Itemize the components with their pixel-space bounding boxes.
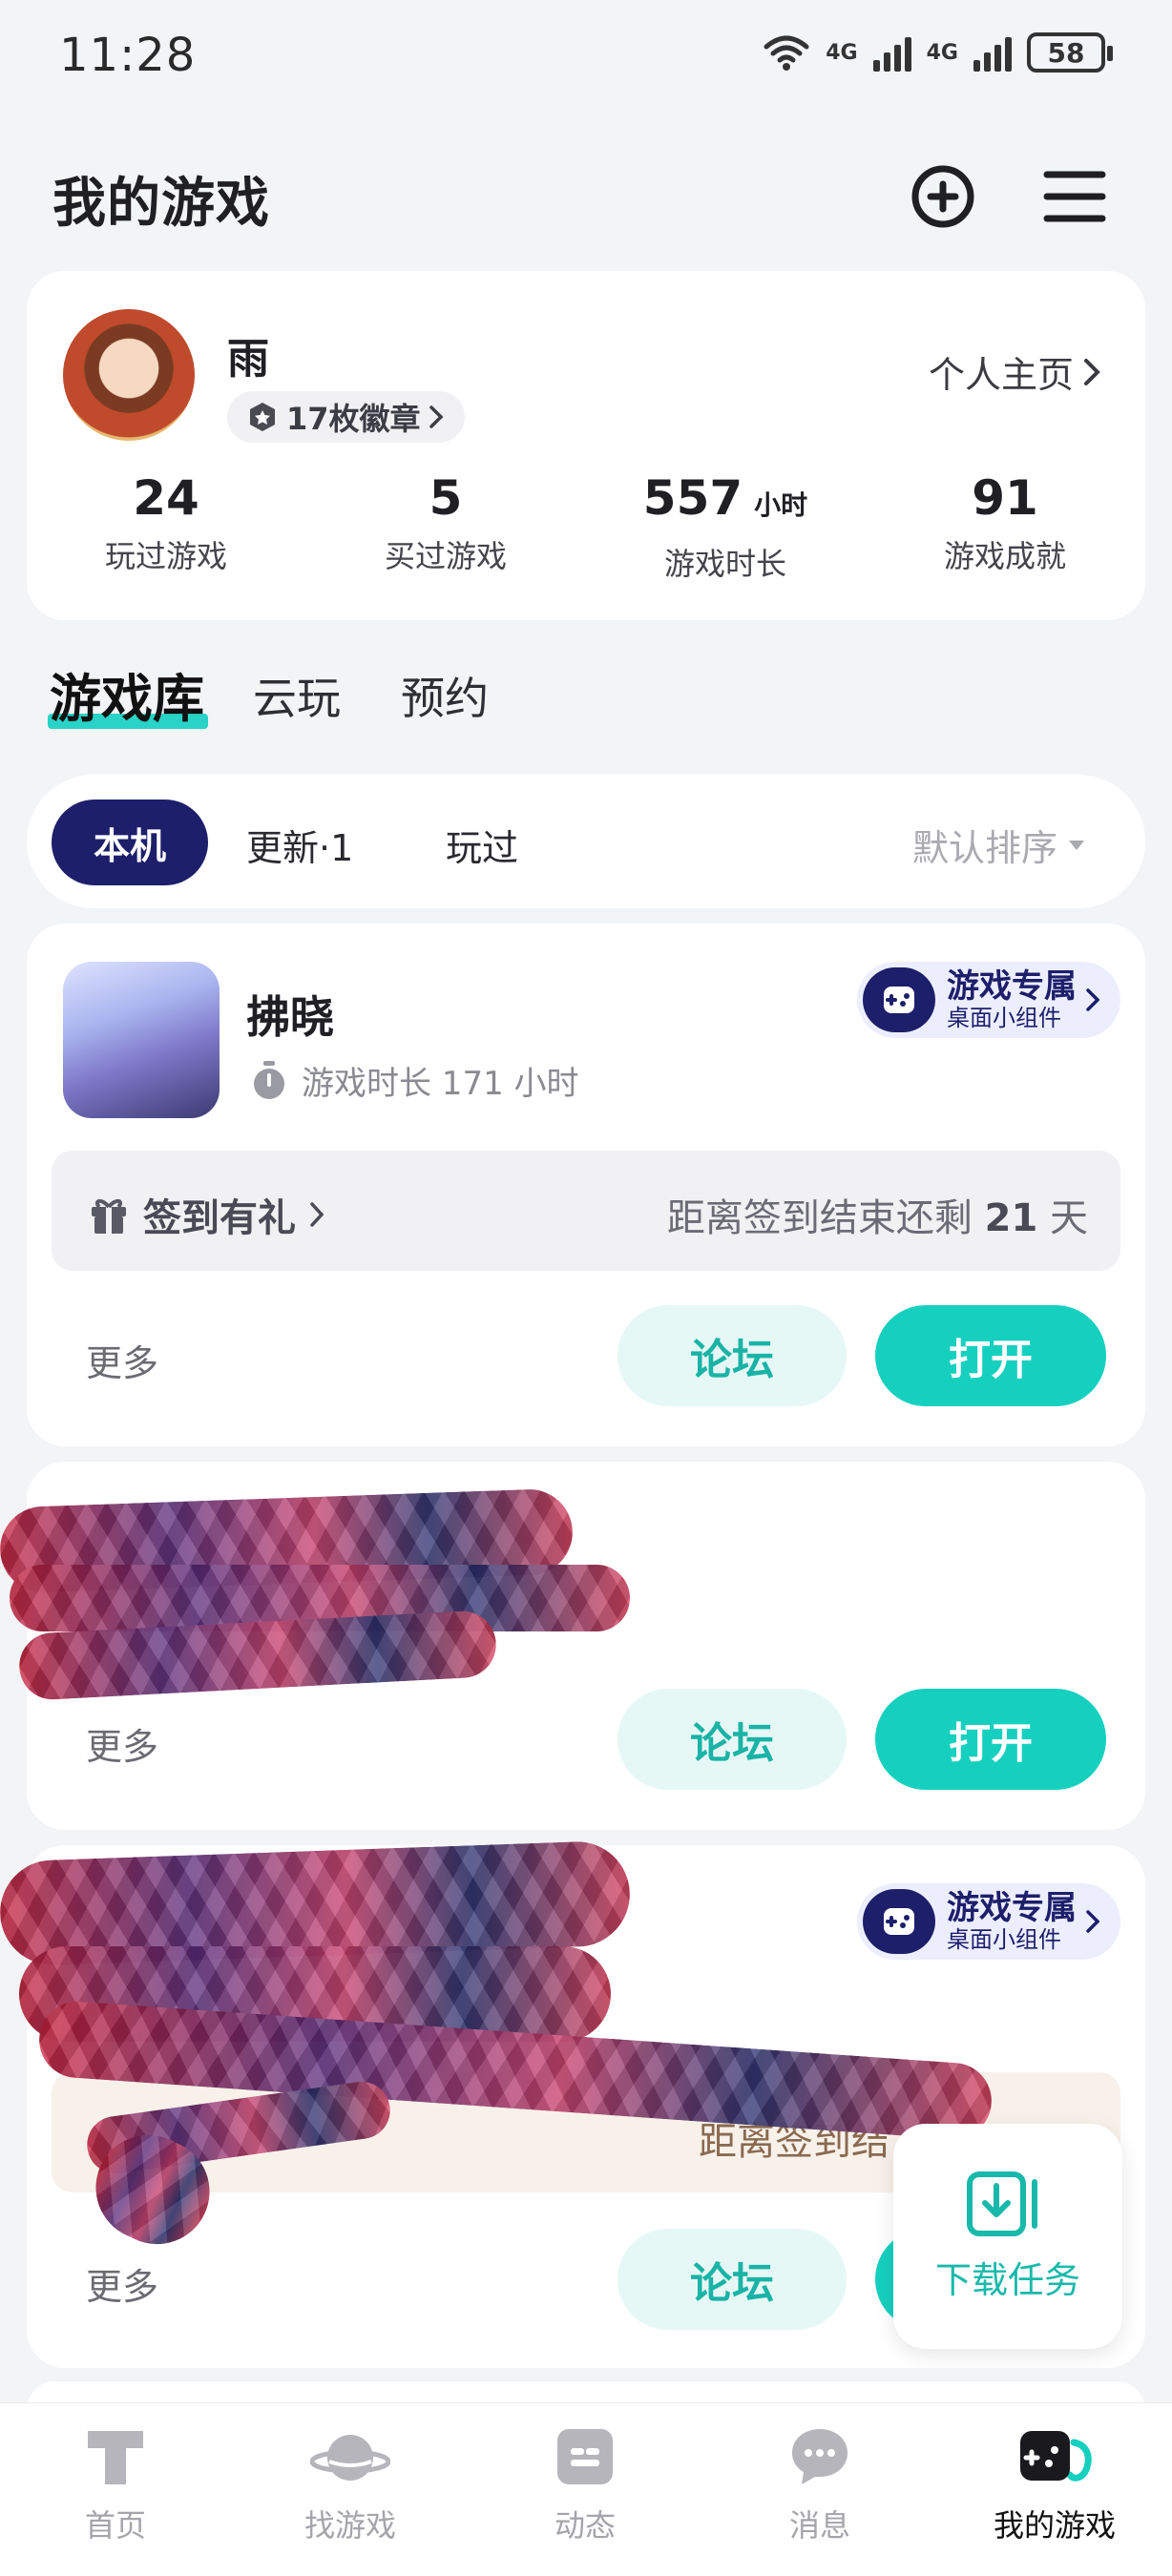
chevron-right-icon [1086,1910,1099,1933]
battery-indicator: 58 [1027,32,1113,73]
page-title: 我的游戏 [52,173,270,235]
user-name: 雨 [227,335,269,384]
profile-home-link[interactable]: 个人主页 [929,345,1100,398]
game-playtime-text: 游戏时长 171 小时 [302,1065,579,1103]
signal-bars-2-icon [973,33,1012,72]
home-t-icon [88,2431,143,2484]
widget-subtitle: 桌面小组件 [947,1926,1061,1953]
nav-label: 消息 [788,2507,850,2544]
chevron-right-icon [429,405,444,428]
checkin-label: 签到有礼 [143,1196,296,1240]
stat-label: 买过游戏 [384,538,507,574]
more-link[interactable]: 更多 [86,1334,158,1386]
stat-unit: 小时 [754,489,808,521]
chevron-right-icon [1084,358,1100,385]
checkin-days: 21 [984,1196,1038,1240]
nav-find-games[interactable]: 找游戏 [264,2423,436,2545]
stat-value: 24 [133,470,199,526]
status-icons: 4G 4G 58 [763,32,1113,73]
desktop-widget-button[interactable]: 游戏专属 桌面小组件 [857,962,1120,1038]
sort-dropdown[interactable]: 默认排序 [912,819,1086,871]
plus-circle-icon [911,165,974,228]
desktop-widget-button[interactable]: 游戏专属 桌面小组件 [857,1883,1120,1960]
stat-played-games[interactable]: 24 玩过游戏 [42,469,290,576]
gift-icon [92,1199,126,1234]
stat-value: 91 [972,470,1038,526]
download-icon [967,2171,1037,2236]
nav-label: 找游戏 [303,2507,396,2544]
badge-count: 17枚徽章 [286,401,421,437]
game-name[interactable]: 拂晓 [246,983,334,1046]
chevron-right-icon [310,1202,324,1227]
stat-label: 游戏成就 [943,538,1066,574]
stat-label: 游戏时长 [663,546,786,582]
add-game-button[interactable] [907,160,979,233]
network-type-1: 4G [826,40,858,65]
game-playtime: 游戏时长 171 小时 [250,1057,579,1104]
sort-label: 默认排序 [911,827,1057,869]
download-task-label: 下载任务 [934,2258,1080,2301]
stat-play-time[interactable]: 557 小时 游戏时长 [601,469,849,584]
open-button[interactable]: 打开 [875,1305,1106,1406]
profile-home-label: 个人主页 [928,354,1074,396]
planet-icon [310,2435,390,2481]
gamepad-icon [884,987,914,1013]
stat-label: 玩过游戏 [104,538,227,574]
stat-value: 5 [429,470,463,526]
tab-library[interactable]: 游戏库 [50,656,204,732]
more-link[interactable]: 更多 [86,1717,158,1770]
chat-bubble-icon [792,2429,848,2484]
download-task-button[interactable]: 下载任务 [893,2124,1122,2349]
gamepad-badge [863,967,935,1032]
checkin-countdown: 距离签到结束还剩 21 天 [666,1196,1088,1240]
filter-played[interactable]: 玩过 [446,819,518,871]
checkin-reward[interactable]: 签到有礼 [88,1187,324,1242]
more-link[interactable]: 更多 [86,2257,158,2310]
nav-label: 我的游戏 [993,2507,1116,2544]
gamepad-icon [884,1908,914,1935]
stopwatch-icon [254,1060,284,1099]
medal-icon [250,403,275,431]
filter-local[interactable]: 本机 [52,800,208,885]
stat-value: 557 小时 [642,470,808,526]
caret-down-icon [1069,840,1084,850]
nav-my-games[interactable]: 我的游戏 [969,2423,1141,2545]
nav-messages[interactable]: 消息 [734,2423,906,2545]
feed-icon [557,2429,613,2484]
open-button[interactable]: 打开 [875,1689,1106,1790]
widget-subtitle: 桌面小组件 [947,1005,1061,1031]
badge-pill[interactable]: 17枚徽章 [227,391,465,443]
widget-title: 游戏专属 [947,1889,1077,1927]
game-icon[interactable] [63,962,220,1118]
avatar[interactable] [63,309,195,441]
nav-label: 首页 [84,2507,146,2544]
gamepad-icon [1020,2431,1092,2482]
nav-home[interactable]: 首页 [30,2423,201,2545]
nav-feed[interactable]: 动态 [499,2423,671,2545]
forum-button[interactable]: 论坛 [617,2229,847,2330]
forum-button[interactable]: 论坛 [617,1689,847,1790]
wifi-icon [764,35,809,71]
signal-bars-1-icon [872,33,911,72]
stat-bought-games[interactable]: 5 买过游戏 [322,469,570,576]
gamepad-badge [863,1889,935,1954]
status-time: 11:28 [59,29,197,82]
chevron-right-icon [1086,988,1099,1011]
tab-cloud-play[interactable]: 云玩 [253,664,341,727]
network-type-2: 4G [926,40,958,65]
menu-button[interactable] [1038,160,1111,233]
stat-achievements[interactable]: 91 游戏成就 [881,469,1129,576]
tab-reservations[interactable]: 预约 [401,664,489,727]
forum-button[interactable]: 论坛 [617,1305,847,1406]
filter-updates[interactable]: 更新·1 [246,819,353,871]
nav-label: 动态 [554,2507,616,2544]
hamburger-menu-icon [1043,171,1106,222]
widget-title: 游戏专属 [947,967,1077,1006]
